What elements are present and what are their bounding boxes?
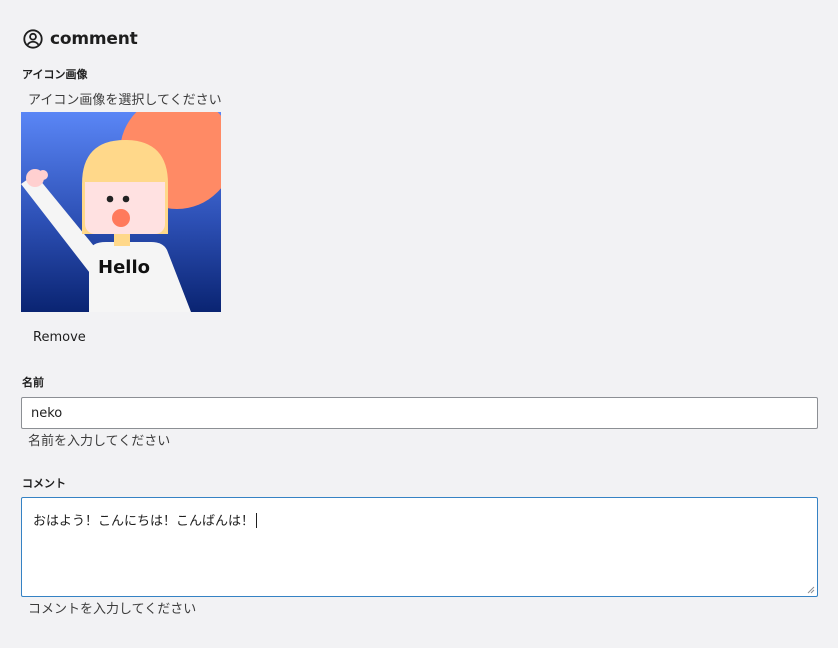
icon-image-label: アイコン画像 <box>22 68 88 81</box>
user-circle-icon <box>22 28 44 50</box>
comment-label: コメント <box>22 477 66 490</box>
preview-hello-text: Hello <box>98 257 150 278</box>
name-input-value: neko <box>31 405 63 421</box>
block-editor-panel: comment アイコン画像 アイコン画像を選択してください Hello Rem… <box>0 0 838 648</box>
comment-textarea-value: おはよう！こんにちは！こんばんは！ <box>33 514 255 529</box>
name-label: 名前 <box>22 376 44 389</box>
remove-image-button[interactable]: Remove <box>21 328 98 347</box>
comment-help-text: コメントを入力してください <box>28 602 197 617</box>
text-caret <box>256 513 258 528</box>
name-input[interactable]: neko <box>21 397 818 429</box>
select-image-button[interactable]: アイコン画像を選択してください <box>28 89 222 108</box>
resize-handle-icon[interactable] <box>806 585 815 594</box>
block-title: comment <box>22 28 138 50</box>
name-help-text: 名前を入力してください <box>28 434 171 449</box>
icon-image-preview[interactable]: Hello <box>21 112 221 312</box>
comment-textarea[interactable]: おはよう！こんにちは！こんばんは！ <box>21 497 818 597</box>
block-title-text: comment <box>50 29 138 49</box>
